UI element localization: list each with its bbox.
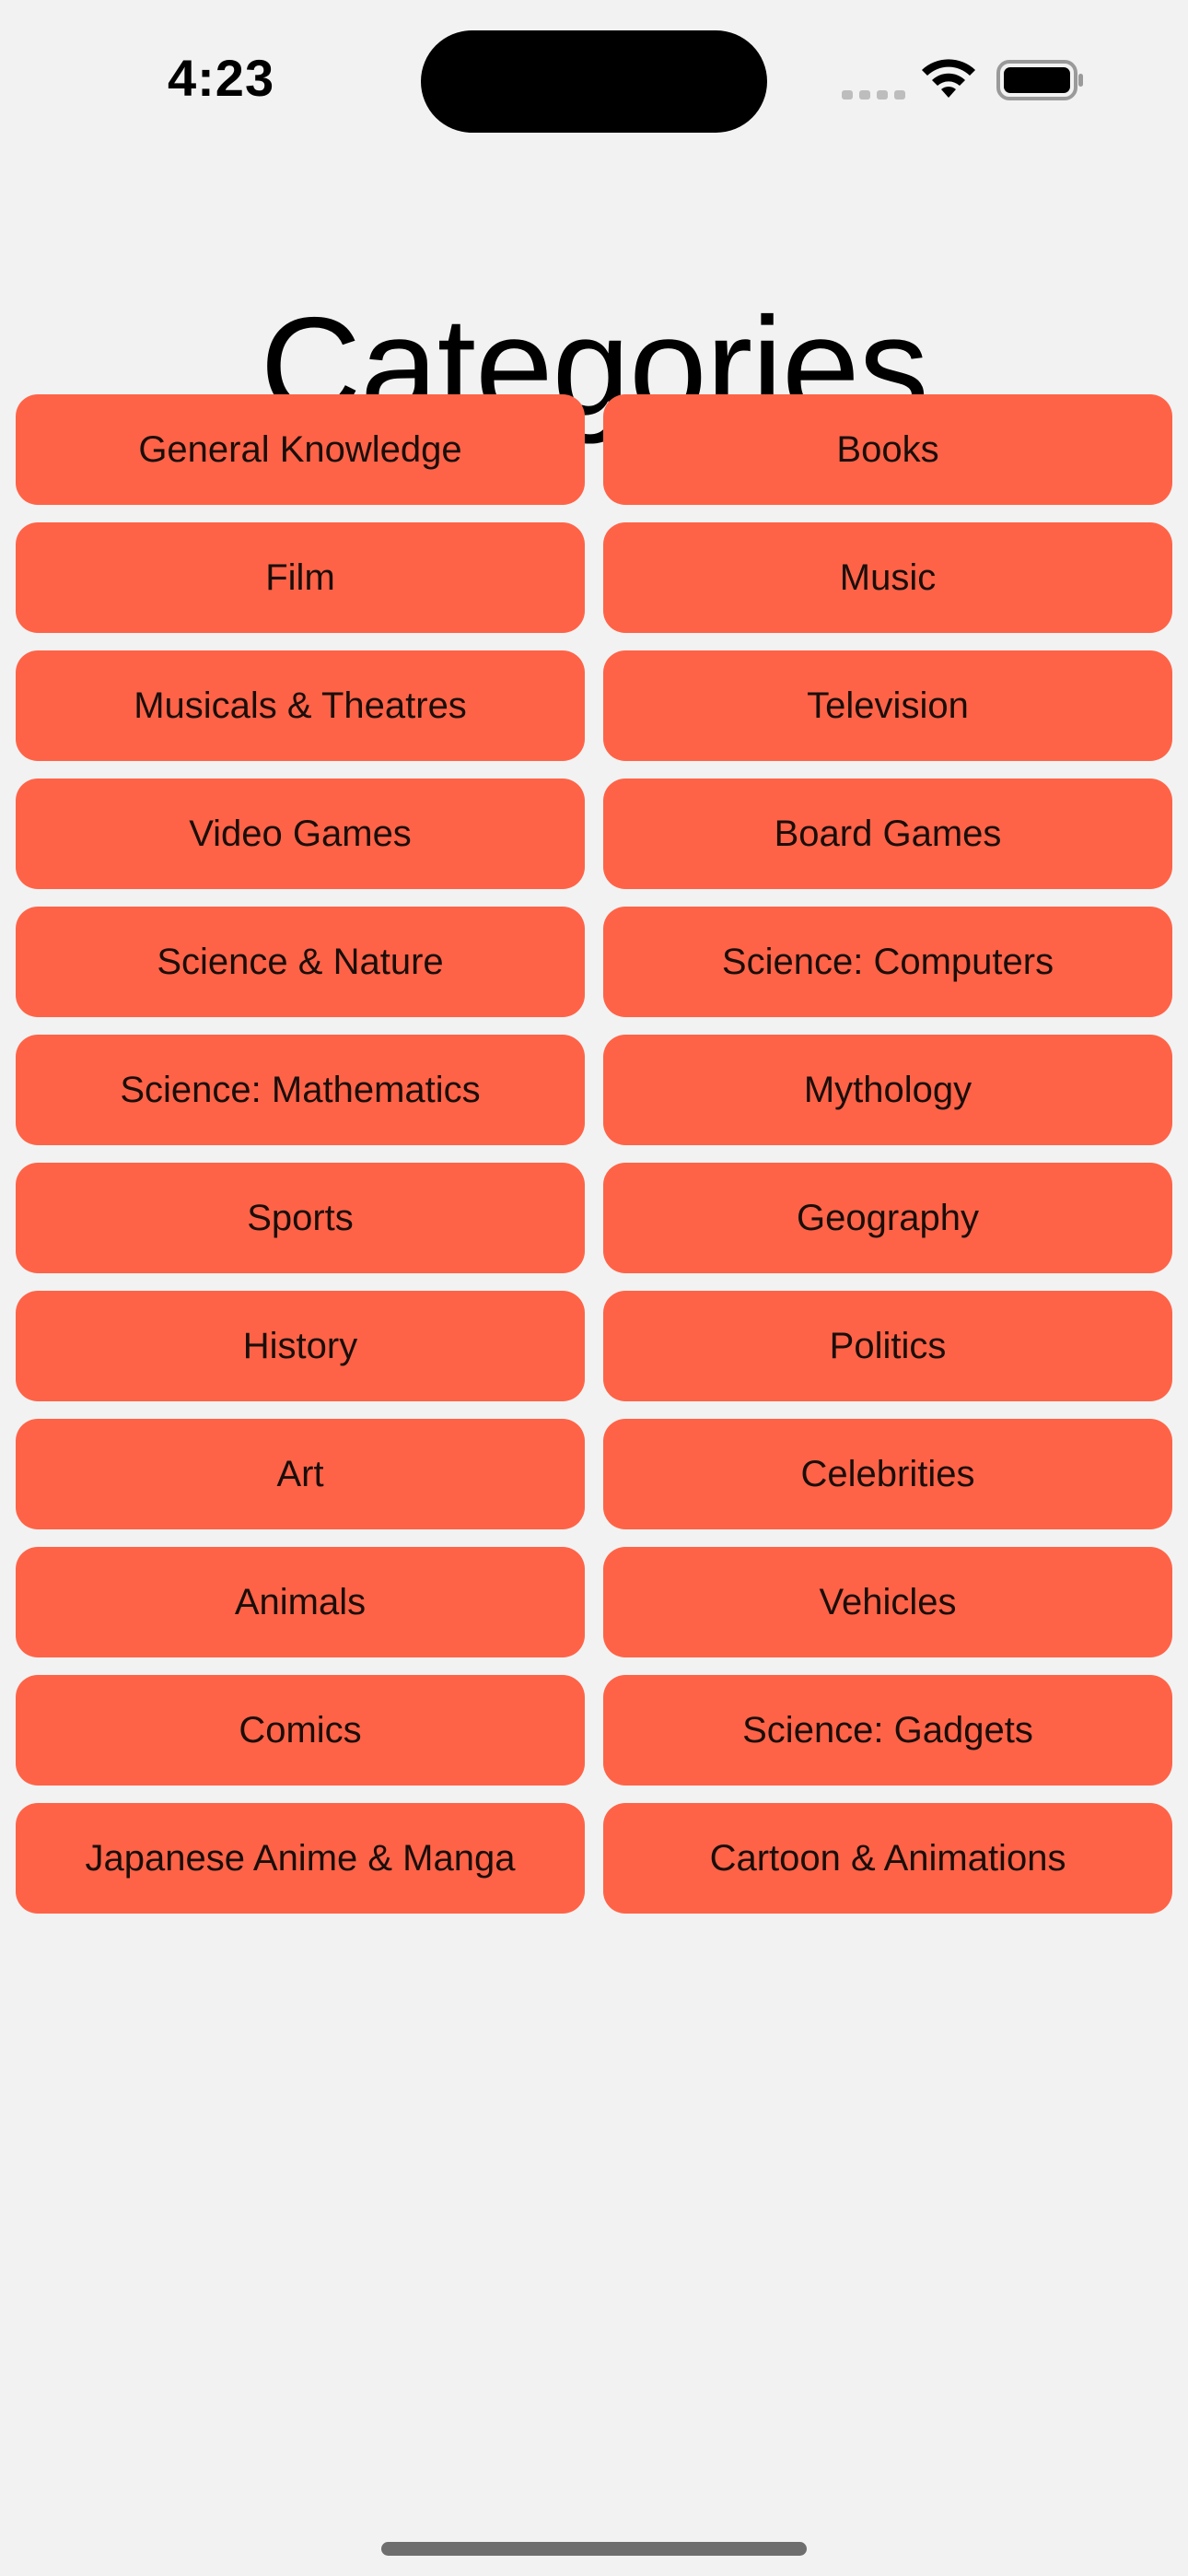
category-button-japanese-anime-manga[interactable]: Japanese Anime & Manga xyxy=(16,1803,585,1914)
category-button-comics[interactable]: Comics xyxy=(16,1675,585,1786)
battery-icon xyxy=(996,60,1083,100)
category-button-cartoon-animations[interactable]: Cartoon & Animations xyxy=(603,1803,1172,1914)
dynamic-island xyxy=(421,30,767,133)
category-button-art[interactable]: Art xyxy=(16,1419,585,1529)
category-button-science-nature[interactable]: Science & Nature xyxy=(16,907,585,1017)
category-button-sports[interactable]: Sports xyxy=(16,1163,585,1273)
category-button-science-computers[interactable]: Science: Computers xyxy=(603,907,1172,1017)
category-button-science-gadgets[interactable]: Science: Gadgets xyxy=(603,1675,1172,1786)
category-button-mythology[interactable]: Mythology xyxy=(603,1035,1172,1145)
category-button-celebrities[interactable]: Celebrities xyxy=(603,1419,1172,1529)
category-button-geography[interactable]: Geography xyxy=(603,1163,1172,1273)
category-button-board-games[interactable]: Board Games xyxy=(603,779,1172,889)
wifi-icon xyxy=(922,59,975,98)
category-button-science-mathematics[interactable]: Science: Mathematics xyxy=(16,1035,585,1145)
category-button-video-games[interactable]: Video Games xyxy=(16,779,585,889)
category-button-vehicles[interactable]: Vehicles xyxy=(603,1547,1172,1657)
home-indicator[interactable] xyxy=(381,2542,807,2556)
category-button-musicals-theatres[interactable]: Musicals & Theatres xyxy=(16,650,585,761)
status-time: 4:23 xyxy=(168,49,275,107)
status-bar: 4:23 xyxy=(0,0,1188,157)
category-button-film[interactable]: Film xyxy=(16,522,585,633)
category-button-television[interactable]: Television xyxy=(603,650,1172,761)
category-button-history[interactable]: History xyxy=(16,1291,585,1401)
category-button-general-knowledge[interactable]: General Knowledge xyxy=(16,394,585,505)
category-button-music[interactable]: Music xyxy=(603,522,1172,633)
category-button-books[interactable]: Books xyxy=(603,394,1172,505)
category-button-politics[interactable]: Politics xyxy=(603,1291,1172,1401)
category-grid: General Knowledge Books Film Music Musicals … xyxy=(16,394,1172,1914)
category-button-animals[interactable]: Animals xyxy=(16,1547,585,1657)
cellular-signal-icon xyxy=(842,90,905,100)
